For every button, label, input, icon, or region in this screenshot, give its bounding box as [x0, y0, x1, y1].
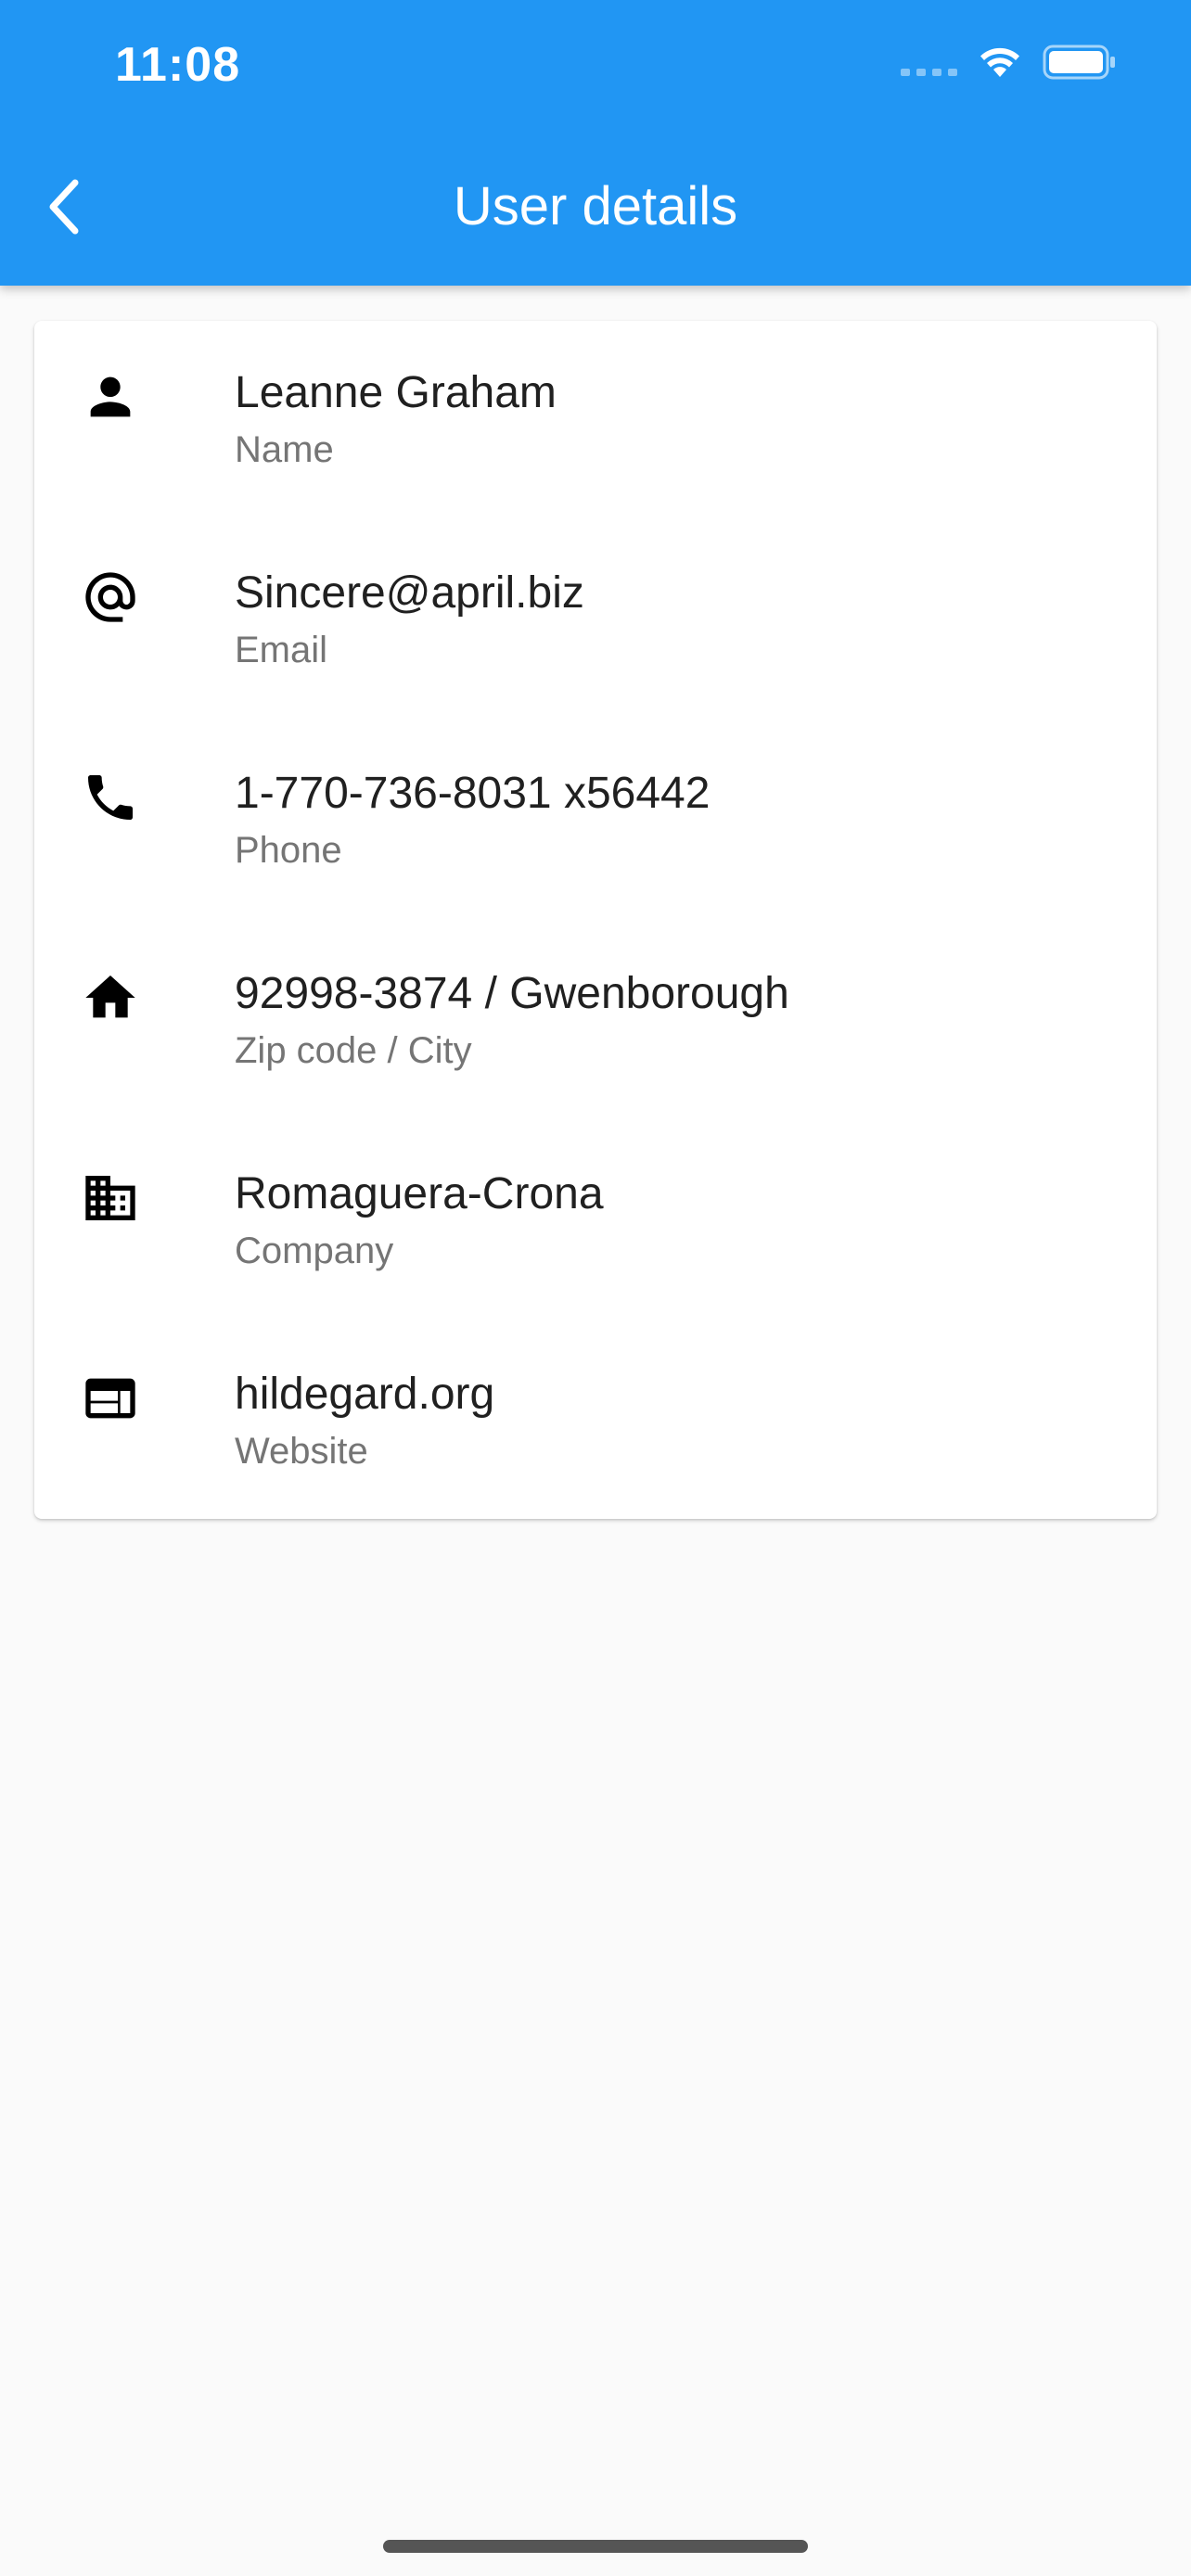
business-icon: [81, 1168, 140, 1228]
person-icon: [81, 367, 140, 427]
at-icon: [81, 567, 140, 627]
wifi-icon: [980, 47, 1019, 77]
page-title: User details: [453, 176, 738, 236]
detail-tile-email: Sincere@april.biz Email: [34, 521, 1157, 721]
phone-icon: [81, 768, 140, 827]
detail-tile-name: Leanne Graham Name: [34, 321, 1157, 521]
detail-label: Phone: [235, 830, 342, 871]
home-indicator[interactable]: [383, 2540, 808, 2553]
detail-tile-phone: 1-770-736-8031 x56442 Phone: [34, 721, 1157, 922]
detail-label: Website: [235, 1431, 368, 1472]
detail-value: Romaguera-Crona: [235, 1169, 604, 1218]
detail-value: 1-770-736-8031 x56442: [235, 769, 711, 818]
web-icon: [81, 1369, 140, 1428]
app-bar: 11:08 User details: [0, 0, 1191, 286]
battery-icon: [1043, 45, 1115, 80]
detail-label: Email: [235, 630, 328, 670]
user-details-card: Leanne Graham Name Sincere@april.biz Ema…: [34, 321, 1157, 1519]
detail-label: Company: [235, 1231, 394, 1271]
detail-label: Zip code / City: [235, 1030, 472, 1071]
cellular-signal-icon: [901, 48, 957, 76]
detail-value: hildegard.org: [235, 1370, 495, 1419]
detail-value: Leanne Graham: [235, 368, 557, 417]
status-time: 11:08: [115, 38, 241, 92]
detail-tile-company: Romaguera-Crona Company: [34, 1122, 1157, 1322]
detail-tile-website: hildegard.org Website: [34, 1322, 1157, 1523]
detail-label: Name: [235, 429, 334, 470]
home-icon: [81, 968, 140, 1027]
detail-value: Sincere@april.biz: [235, 568, 584, 618]
detail-value: 92998-3874 / Gwenborough: [235, 969, 789, 1018]
status-icons: [901, 45, 1117, 80]
detail-tile-address: 92998-3874 / Gwenborough Zip code / City: [34, 922, 1157, 1122]
